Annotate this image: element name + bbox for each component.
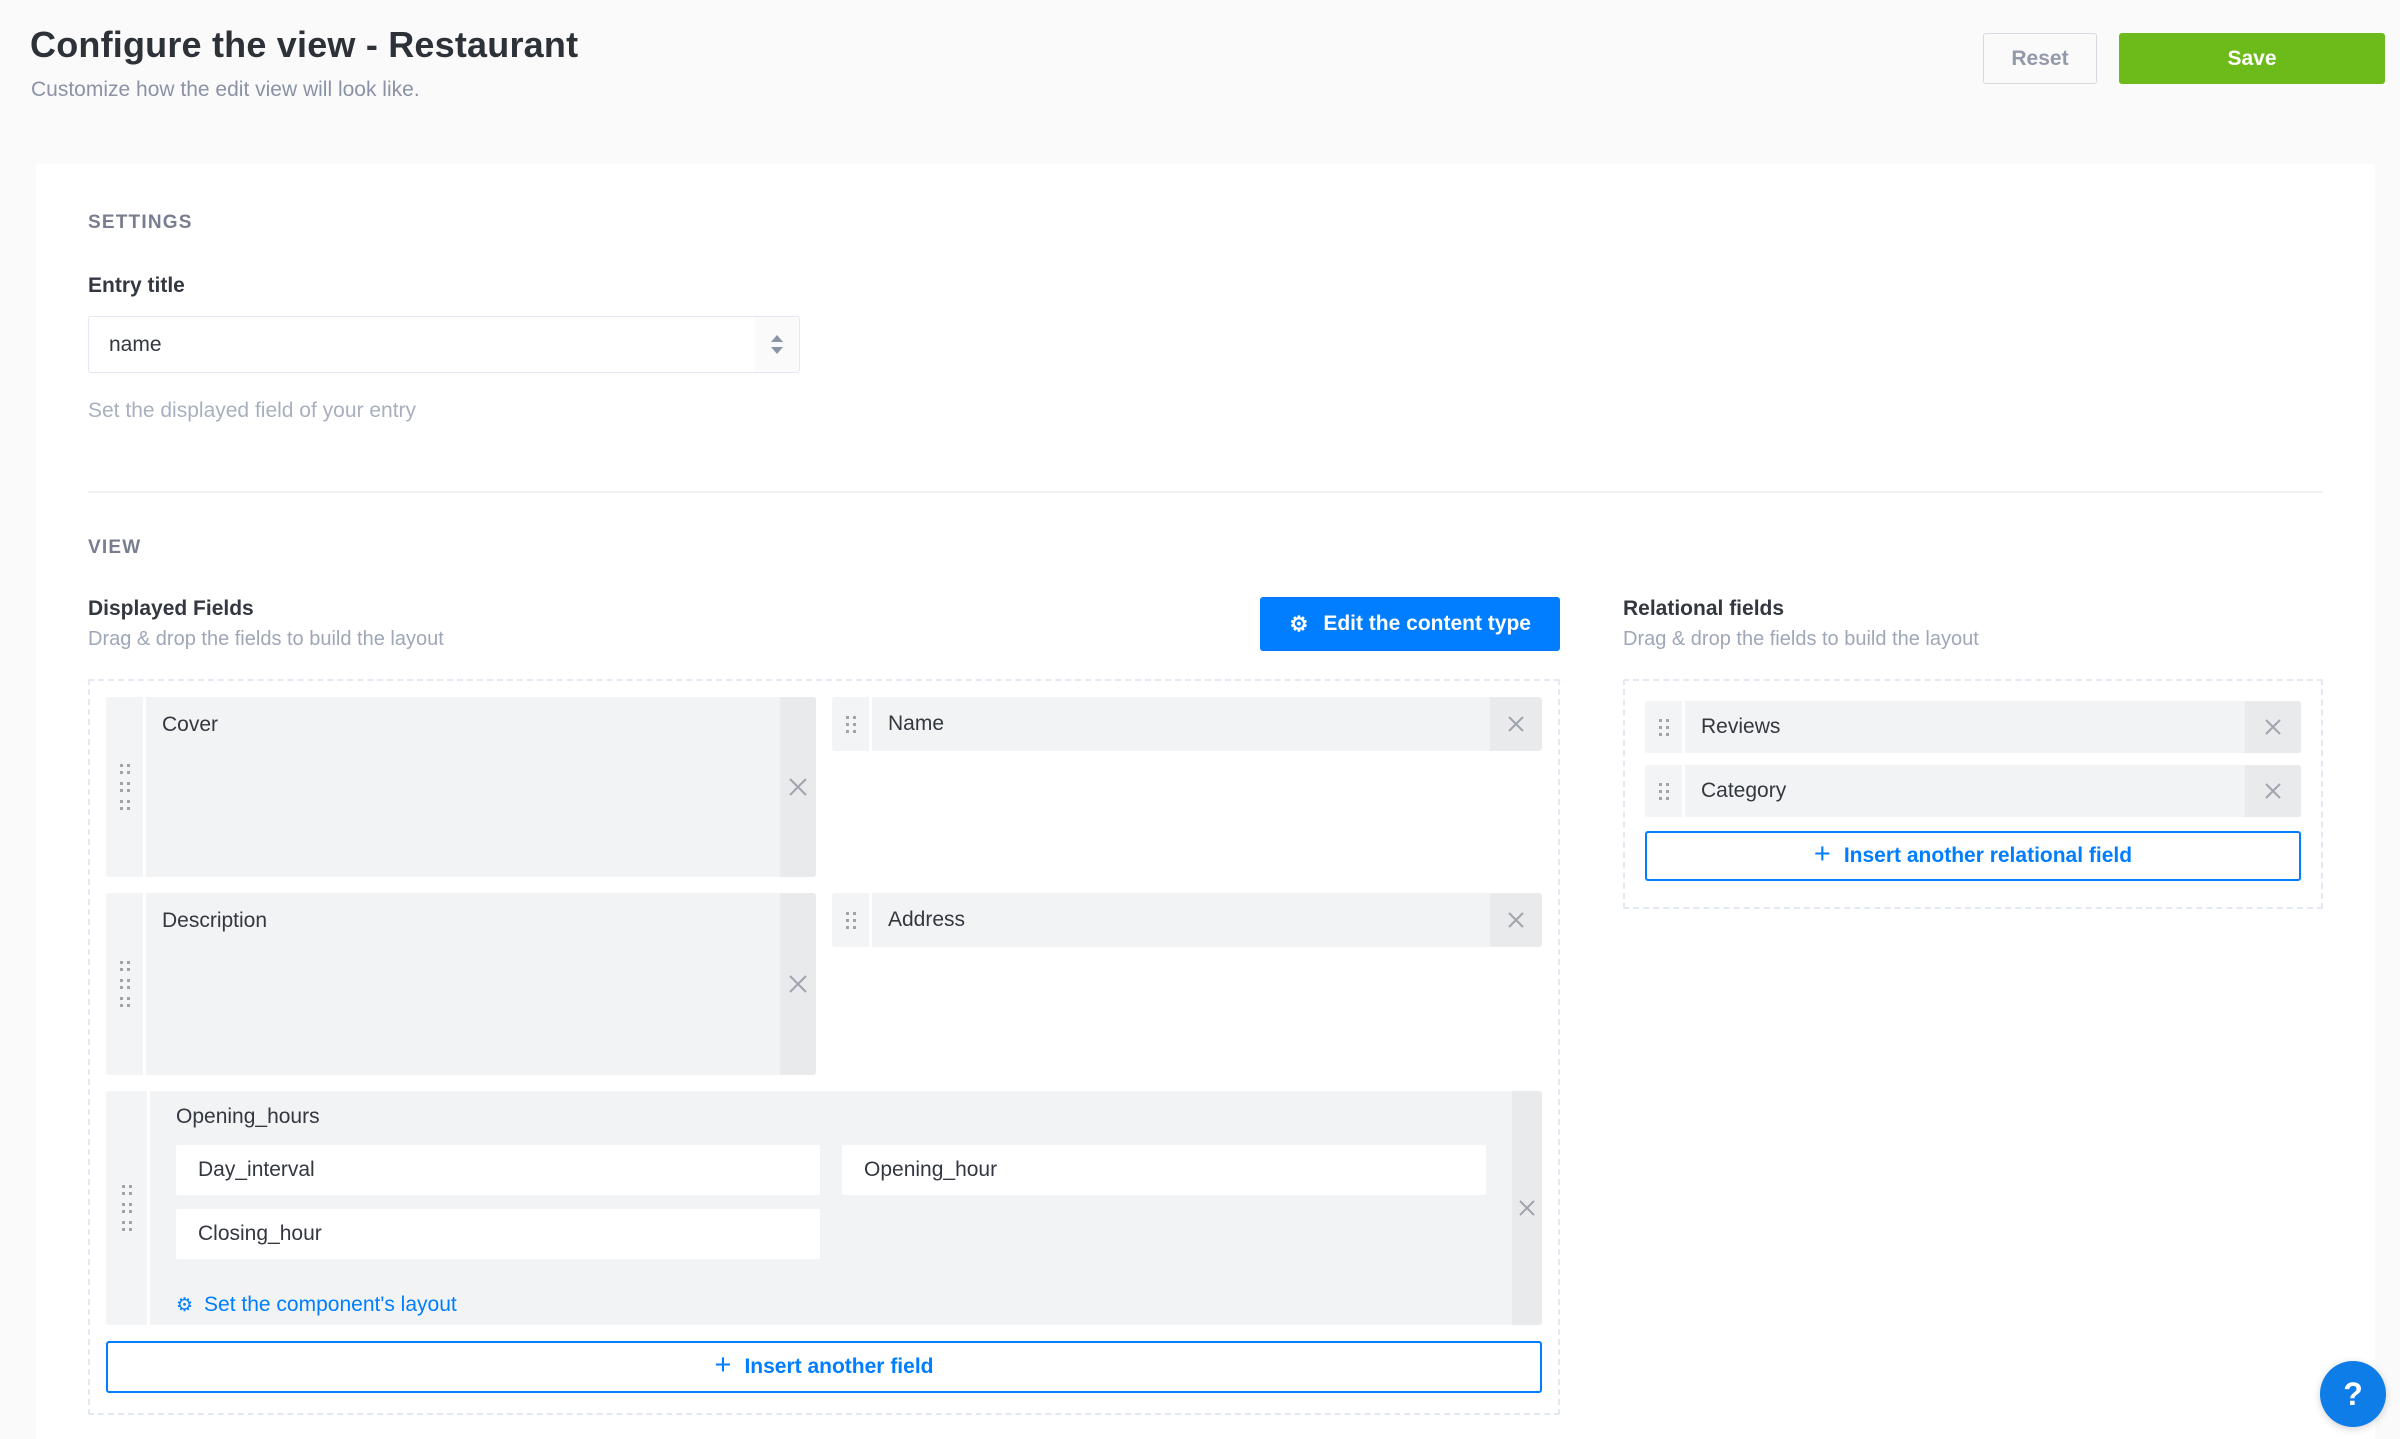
relational-fields-heading: Relational fields Drag & drop the fields… <box>1623 597 1979 651</box>
fields-col-left: Cover <box>106 697 816 877</box>
component-field-closing-hour[interactable]: Closing_hour <box>176 1209 820 1259</box>
field-label-address: Address <box>872 893 1490 947</box>
component-title: Opening_hours <box>176 1105 1486 1129</box>
close-icon <box>2262 780 2284 802</box>
relational-fields-subtitle: Drag & drop the fields to build the layo… <box>1623 628 1979 651</box>
set-component-layout-link[interactable]: ⚙ Set the component's layout <box>176 1293 457 1317</box>
displayed-fields-title: Displayed Fields <box>88 597 444 621</box>
fields-row: Cover Name <box>106 697 1542 877</box>
plus-icon: + <box>1814 840 1831 869</box>
field-label-name: Name <box>872 697 1490 751</box>
component-row-opening-hours[interactable]: Opening_hours Day_interval Opening_hour … <box>106 1091 1542 1325</box>
remove-field-button[interactable] <box>2245 765 2301 817</box>
field-label-cover: Cover <box>146 697 780 877</box>
fields-col-right: Address <box>832 893 1542 947</box>
view-columns: Displayed Fields Drag & drop the fields … <box>88 589 2323 1415</box>
drag-handle-icon[interactable] <box>106 893 146 1075</box>
component-field-day-interval[interactable]: Day_interval <box>176 1145 820 1195</box>
displayed-fields-column: Displayed Fields Drag & drop the fields … <box>88 589 1560 1415</box>
question-mark-icon: ? <box>2343 1376 2363 1412</box>
drag-handle-icon[interactable] <box>832 697 872 751</box>
fields-col-left: Description <box>106 893 816 1075</box>
edit-content-type-label: Edit the content type <box>1323 612 1531 636</box>
close-icon <box>1516 1197 1538 1219</box>
field-label-description: Description <box>146 893 780 1075</box>
insert-relational-field-button[interactable]: + Insert another relational field <box>1645 831 2301 881</box>
gear-icon: ⚙ <box>1289 614 1308 635</box>
configuration-card: SETTINGS Entry title name Set the displa… <box>36 164 2375 1439</box>
insert-field-button[interactable]: + Insert another field <box>106 1341 1542 1393</box>
field-row-description[interactable]: Description <box>106 893 816 1075</box>
displayed-fields-dropzone: Cover Name <box>88 679 1560 1415</box>
field-row-name[interactable]: Name <box>832 697 1542 751</box>
component-field-opening-hour[interactable]: Opening_hour <box>842 1145 1486 1195</box>
insert-field-label: Insert another field <box>744 1355 933 1379</box>
header-actions: Reset Save <box>1983 33 2385 84</box>
fields-col-right: Name <box>832 697 1542 751</box>
relational-fields-column: Relational fields Drag & drop the fields… <box>1623 589 2323 1415</box>
relational-fields-title: Relational fields <box>1623 597 1979 621</box>
settings-section-label: SETTINGS <box>88 212 2323 234</box>
relational-fields-header: Relational fields Drag & drop the fields… <box>1623 589 2323 651</box>
field-row-cover[interactable]: Cover <box>106 697 816 877</box>
component-fields-grid: Day_interval Opening_hour Closing_hour <box>176 1145 1486 1259</box>
select-arrows-icon[interactable] <box>755 317 799 372</box>
close-icon <box>1505 713 1527 735</box>
reset-button[interactable]: Reset <box>1983 33 2097 84</box>
close-icon <box>786 972 810 996</box>
remove-component-button[interactable] <box>1512 1091 1542 1325</box>
fields-row: Description Address <box>106 893 1542 1075</box>
view-section-label: VIEW <box>88 537 2323 559</box>
drag-handle-icon[interactable] <box>106 1091 150 1325</box>
relational-field-row-reviews[interactable]: Reviews <box>1645 701 2301 753</box>
relational-field-label-category: Category <box>1685 765 2245 817</box>
entry-title-select[interactable]: name <box>88 316 800 373</box>
entry-title-label: Entry title <box>88 274 2323 298</box>
remove-field-button[interactable] <box>780 893 816 1075</box>
relational-field-label-reviews: Reviews <box>1685 701 2245 753</box>
component-body: Opening_hours Day_interval Opening_hour … <box>150 1091 1512 1325</box>
drag-handle-icon[interactable] <box>1645 701 1685 753</box>
help-button[interactable]: ? <box>2320 1361 2386 1427</box>
drag-handle-icon[interactable] <box>1645 765 1685 817</box>
insert-relational-field-label: Insert another relational field <box>1844 844 2132 868</box>
field-row-address[interactable]: Address <box>832 893 1542 947</box>
displayed-fields-header: Displayed Fields Drag & drop the fields … <box>88 589 1560 651</box>
plus-icon: + <box>715 1351 732 1380</box>
close-icon <box>2262 716 2284 738</box>
save-button[interactable]: Save <box>2119 33 2385 84</box>
remove-field-button[interactable] <box>1490 893 1542 947</box>
entry-title-help-text: Set the displayed field of your entry <box>88 399 2323 423</box>
remove-field-button[interactable] <box>1490 697 1542 751</box>
entry-title-select-value: name <box>89 317 755 372</box>
edit-content-type-button[interactable]: ⚙ Edit the content type <box>1260 597 1560 651</box>
section-divider <box>88 491 2323 493</box>
remove-field-button[interactable] <box>780 697 816 877</box>
relational-field-row-category[interactable]: Category <box>1645 765 2301 817</box>
close-icon <box>1505 909 1527 931</box>
relational-fields-dropzone: Reviews Category + Insert another relati… <box>1623 679 2323 909</box>
drag-handle-icon[interactable] <box>832 893 872 947</box>
displayed-fields-heading: Displayed Fields Drag & drop the fields … <box>88 597 444 651</box>
page-title: Configure the view - Restaurant <box>30 24 578 66</box>
page-header: Configure the view - Restaurant Customiz… <box>0 0 2400 164</box>
close-icon <box>786 775 810 799</box>
displayed-fields-subtitle: Drag & drop the fields to build the layo… <box>88 628 444 651</box>
gear-icon: ⚙ <box>176 1296 193 1315</box>
remove-field-button[interactable] <box>2245 701 2301 753</box>
page-subtitle: Customize how the edit view will look li… <box>31 78 420 102</box>
drag-handle-icon[interactable] <box>106 697 146 877</box>
set-component-layout-label: Set the component's layout <box>204 1293 457 1317</box>
